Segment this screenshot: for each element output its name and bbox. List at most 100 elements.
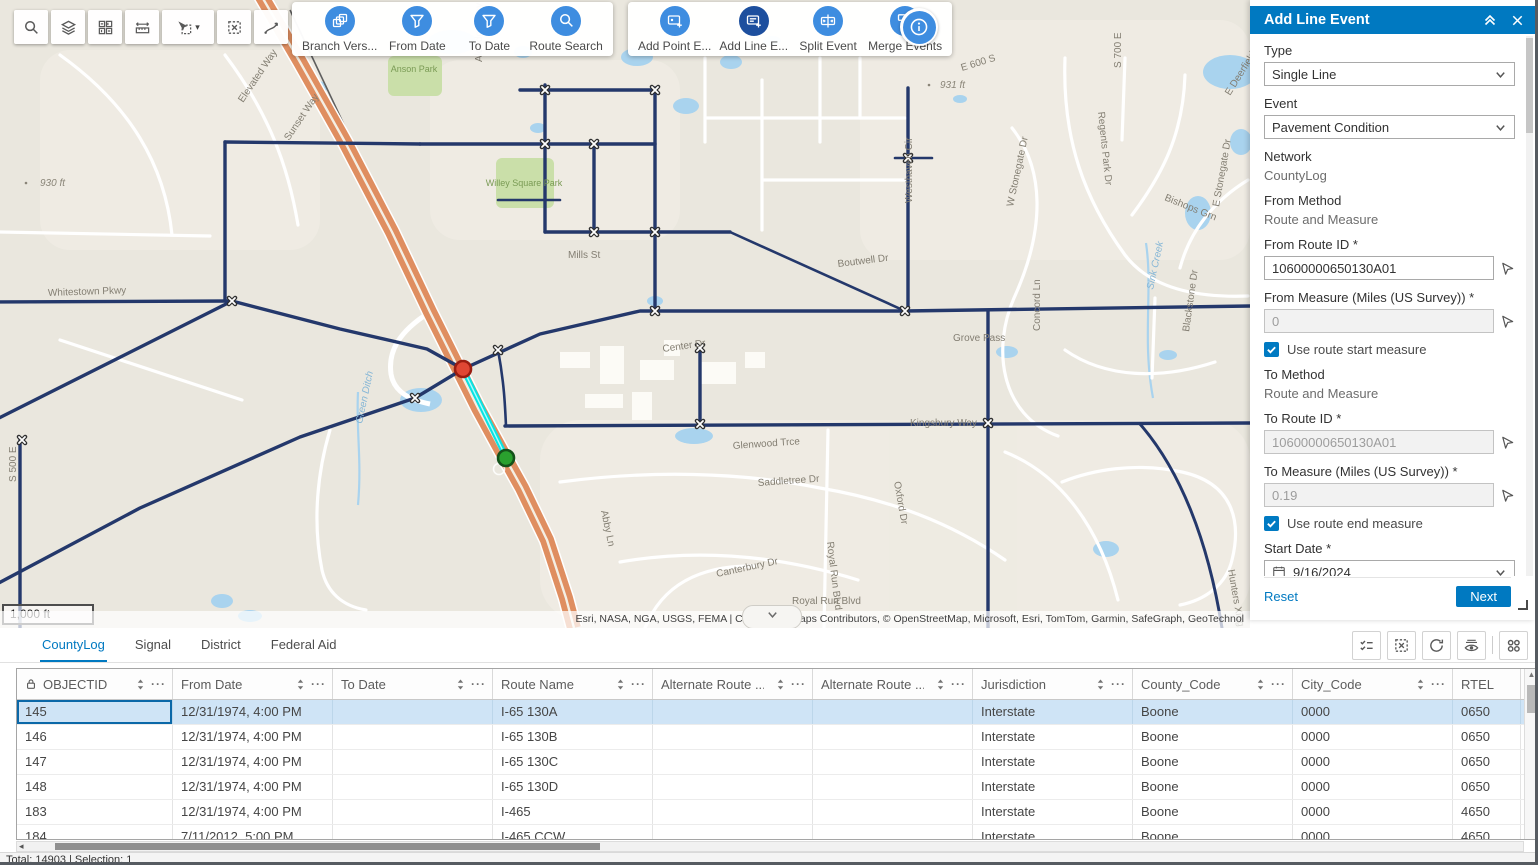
to-measure-marker[interactable] [498,450,514,466]
search-button[interactable] [14,10,48,44]
tab-federal-aid[interactable]: Federal Aid [269,628,339,662]
tab-district[interactable]: District [199,628,243,662]
panel-body: Type Single Line Event Pavement Conditio… [1250,34,1525,576]
tab-signal[interactable]: Signal [133,628,173,662]
panel-resize-handle[interactable] [1518,600,1528,610]
table-cell: 7/11/2012, 5:00 PM [173,825,333,840]
table-cell: Interstate [973,775,1133,799]
route-tool-button[interactable] [254,10,288,44]
tool-route-search[interactable]: Route Search [529,6,602,53]
table-cell [333,700,493,724]
event-select[interactable]: Pavement Condition [1264,115,1515,139]
column-header-objectid[interactable]: OBJECTID··· [17,669,173,699]
sort-icon[interactable] [296,678,305,691]
column-menu-icon[interactable]: ··· [151,677,166,691]
table-row[interactable]: 18312/31/1974, 4:00 PMI-465InterstateBoo… [17,800,1538,825]
measure-button[interactable] [125,10,159,44]
table-row[interactable]: 14812/31/1974, 4:00 PMI-65 130DInterstat… [17,775,1538,800]
column-menu-icon[interactable]: ··· [471,677,486,691]
map-picker-icon[interactable] [1500,435,1515,450]
start-date-input[interactable]: 9/16/2024 [1264,560,1515,576]
table-options-button[interactable] [1499,631,1528,660]
show-selected-records-button[interactable] [1352,631,1381,660]
tool-label: Add Point E... [638,39,711,53]
next-button[interactable]: Next [1456,586,1511,607]
column-menu-icon[interactable]: ··· [951,677,966,691]
select-button[interactable]: ▾ [162,10,214,44]
map-label: Royal Run Blvd [792,596,861,607]
column-header-alternate-route[interactable]: Alternate Route ...··· [813,669,973,699]
table-cell [653,725,813,749]
table-row[interactable]: 14512/31/1974, 4:00 PMI-65 130AInterstat… [17,700,1538,725]
table-horizontal-scrollbar[interactable]: ◂ [16,841,1524,852]
use-route-end-measure-checkbox[interactable]: Use route end measure [1264,516,1515,531]
table-row[interactable]: 1847/11/2012, 5:00 PMI-465 CCWInterstate… [17,825,1538,840]
column-header-alternate-route[interactable]: Alternate Route ...··· [653,669,813,699]
sort-icon[interactable] [936,678,945,691]
column-menu-icon[interactable]: ··· [631,677,646,691]
map-view[interactable]: Elevated WaySunset WayAnson ParkWilley S… [0,0,1250,628]
sort-icon[interactable] [616,678,625,691]
layers-button[interactable] [51,10,85,44]
table-cell: 12/31/1974, 4:00 PM [173,725,333,749]
refresh-table-button[interactable] [1422,631,1451,660]
sort-icon[interactable] [1416,678,1425,691]
tool-add-point-e[interactable]: Add Point E... [638,6,711,53]
tool-split-event[interactable]: Split Event [796,6,860,53]
table-row[interactable]: 14712/31/1974, 4:00 PMI-65 130CInterstat… [17,750,1538,775]
reset-button[interactable]: Reset [1264,589,1298,604]
column-header-county-code[interactable]: County_Code··· [1133,669,1293,699]
info-button[interactable] [900,8,938,46]
sort-icon[interactable] [1256,678,1265,691]
close-panel-icon[interactable] [1510,13,1525,28]
add-point-icon [660,6,690,36]
table-cell: 146 [17,725,173,749]
column-header-rtel[interactable]: RTEL [1453,669,1521,699]
refresh-icon [1428,637,1445,654]
column-menu-icon[interactable]: ··· [1111,677,1126,691]
tool-branch-vers[interactable]: Branch Vers... [302,6,377,53]
column-header-from-date[interactable]: From Date··· [173,669,333,699]
table-cell: Interstate [973,700,1133,724]
table-cell: Boone [1133,825,1293,840]
to-measure-input[interactable] [1264,483,1494,507]
collapse-panel-icon[interactable] [1482,12,1498,28]
table-collapse-button[interactable] [742,605,802,628]
from-route-id-label: From Route ID * [1264,237,1515,252]
column-header-to-date[interactable]: To Date··· [333,669,493,699]
from-route-id-input[interactable] [1264,256,1494,280]
column-header-city-code[interactable]: City_Code··· [1293,669,1453,699]
tab-countylog[interactable]: CountyLog [40,628,107,662]
table-row[interactable]: 14612/31/1974, 4:00 PMI-65 130BInterstat… [17,725,1538,750]
from-measure-input[interactable] [1264,309,1494,333]
to-route-id-input[interactable] [1264,430,1494,454]
column-menu-icon[interactable]: ··· [1271,677,1286,691]
map-picker-icon[interactable] [1500,314,1515,329]
column-menu-icon[interactable]: ··· [791,677,806,691]
use-route-start-measure-checkbox[interactable]: Use route start measure [1264,342,1515,357]
column-header-route-name[interactable]: Route Name··· [493,669,653,699]
sort-icon[interactable] [136,678,145,691]
tool-to-date[interactable]: To Date [457,6,521,53]
tool-add-line-e[interactable]: Add Line E... [719,6,788,53]
clear-selection-button[interactable] [217,10,251,44]
map-picker-icon[interactable] [1500,488,1515,503]
map-picker-icon[interactable] [1500,261,1515,276]
tool-from-date[interactable]: From Date [385,6,449,53]
toggle-field-visibility-button[interactable] [1457,631,1486,660]
column-header-jurisdiction[interactable]: Jurisdiction··· [973,669,1133,699]
sort-icon[interactable] [1096,678,1105,691]
chevron-down-icon: ▾ [195,22,200,33]
sort-icon[interactable] [776,678,785,691]
scrollbar-thumb[interactable] [55,843,600,850]
sort-icon[interactable] [456,678,465,691]
from-measure-marker[interactable] [455,361,471,377]
basemap-gallery-button[interactable] [88,10,122,44]
type-select[interactable]: Single Line [1264,62,1515,86]
clear-table-selection-button[interactable] [1387,631,1416,660]
select-icon [176,19,193,36]
column-menu-icon[interactable]: ··· [311,677,326,691]
table-cell [653,800,813,824]
panel-scrollbar[interactable] [1526,36,1533,576]
column-menu-icon[interactable]: ··· [1431,677,1446,691]
